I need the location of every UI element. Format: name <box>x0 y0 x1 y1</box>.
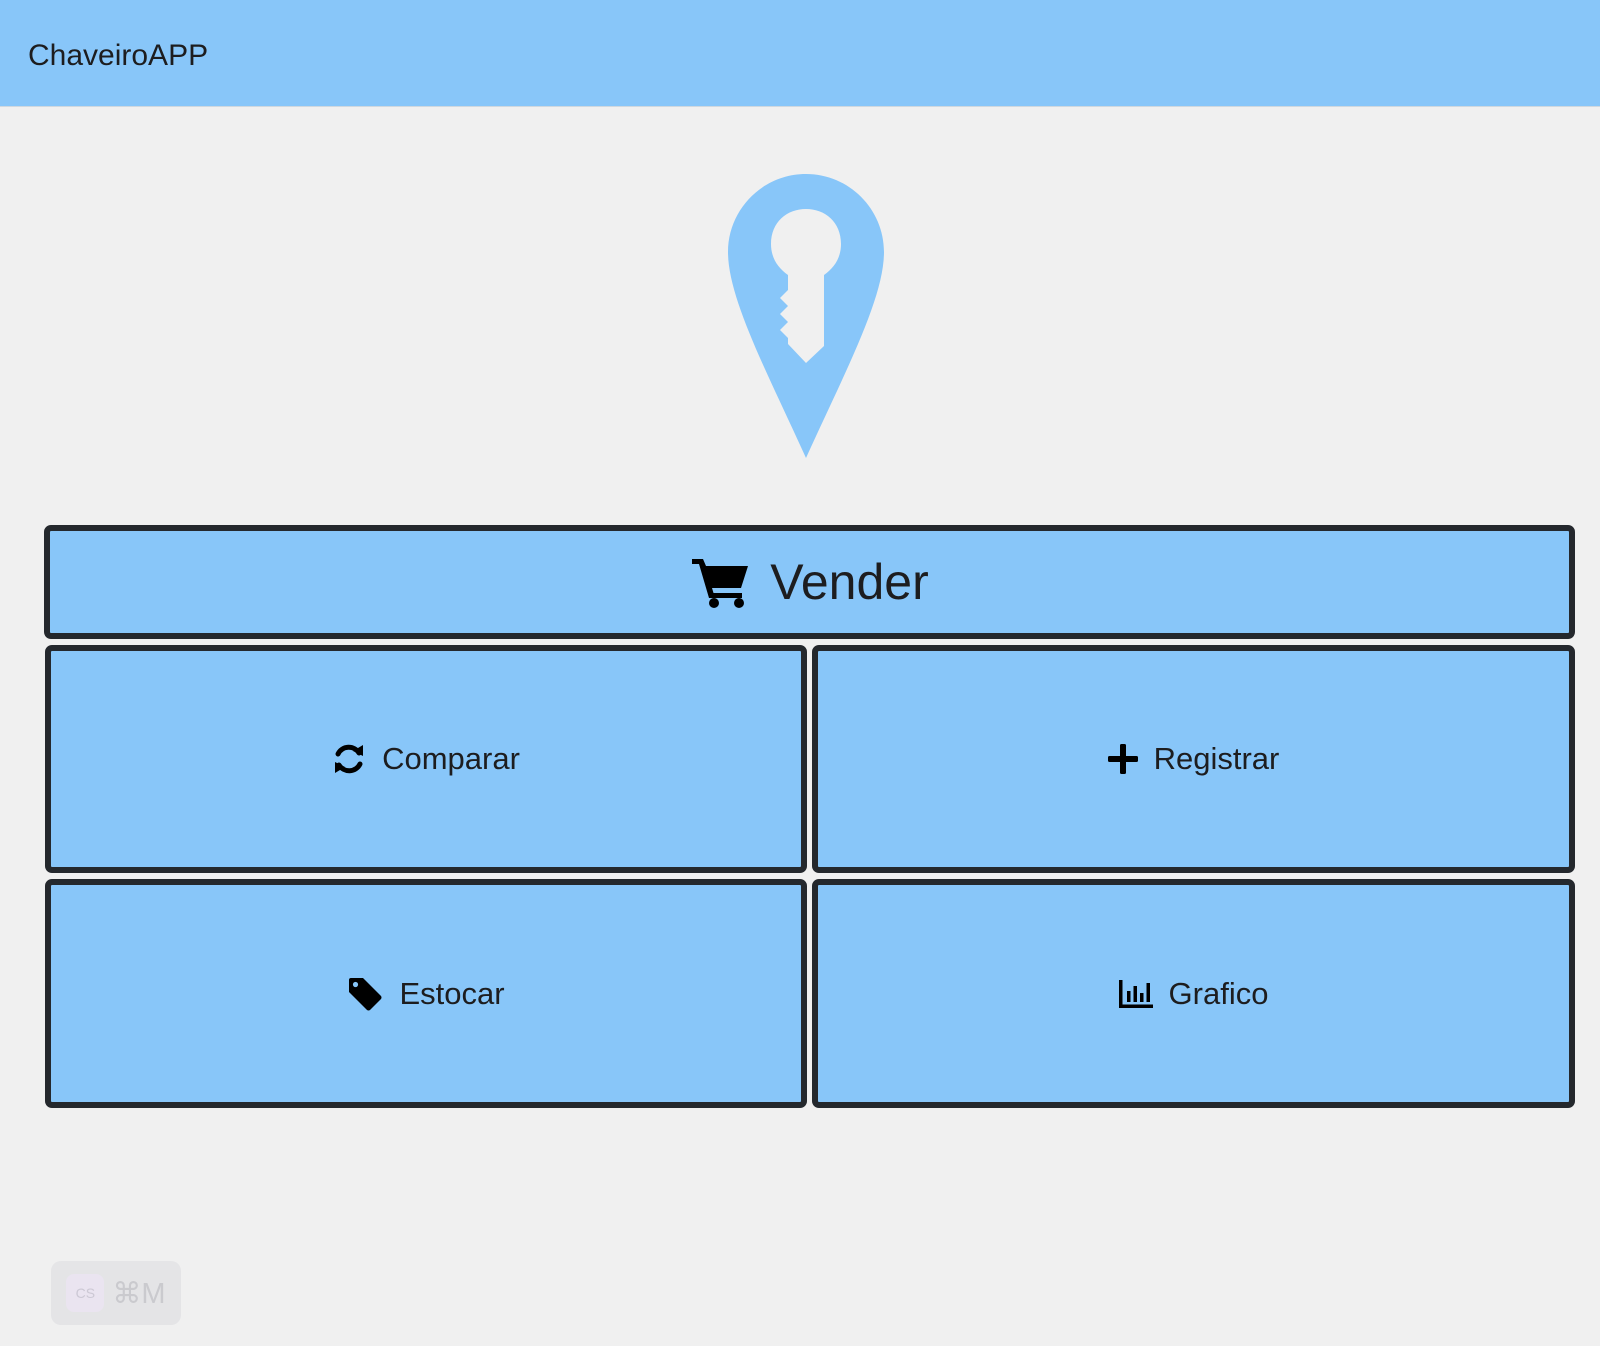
refresh-icon <box>332 742 366 776</box>
registrar-button[interactable]: Registrar <box>812 645 1575 873</box>
grafico-label: Grafico <box>1168 975 1269 1011</box>
grafico-button[interactable]: Grafico <box>812 879 1575 1108</box>
cs-logo: CS <box>66 1274 105 1312</box>
comparar-button[interactable]: Comparar <box>45 645 807 873</box>
shopping-cart-icon <box>690 555 750 609</box>
shortcut-keys: ⌘M <box>112 1277 166 1310</box>
tag-icon <box>347 977 383 1011</box>
shortcut-badge[interactable]: CS ⌘M <box>51 1261 181 1325</box>
estocar-button[interactable]: Estocar <box>45 879 807 1108</box>
comparar-label: Comparar <box>382 741 520 776</box>
estocar-label: Estocar <box>399 975 505 1011</box>
bar-chart-icon <box>1118 979 1153 1008</box>
key-location-pin-icon <box>728 174 884 458</box>
vender-button[interactable]: Vender <box>44 525 1575 639</box>
registrar-label: Registrar <box>1153 741 1280 776</box>
app-title[interactable]: ChaveiroAPP <box>28 38 208 74</box>
plus-icon <box>1107 744 1138 774</box>
top-navbar: ChaveiroAPP <box>0 0 1600 107</box>
vender-label: Vender <box>770 554 929 610</box>
